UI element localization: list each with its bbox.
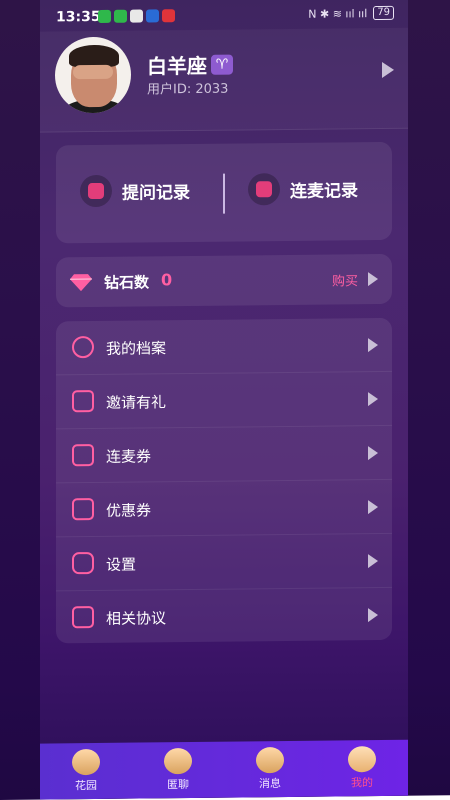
chevron-right-icon <box>368 446 378 461</box>
menu-label: 邀请有礼 <box>106 393 167 412</box>
tab-messages[interactable]: 消息 <box>224 741 316 798</box>
aries-icon: ♈ <box>211 54 233 75</box>
signal-icons: N ✱ ≋ ııl ııl <box>308 6 368 21</box>
chevron-right-icon[interactable] <box>368 272 378 287</box>
tab-label: 匿聊 <box>167 778 189 792</box>
tab-anonymous-chat[interactable]: 匿聊 <box>132 742 224 799</box>
tab-garden[interactable]: 花园 <box>40 743 132 800</box>
share-icon <box>72 390 94 413</box>
bookmark-icon <box>72 606 94 629</box>
planet-icon <box>72 748 100 776</box>
menu-label: 优惠券 <box>106 501 152 520</box>
menu-label: 我的档案 <box>106 339 167 358</box>
diamond-count: 0 <box>161 270 173 290</box>
diamond-icon <box>70 274 92 292</box>
menu-item-coupon[interactable]: 优惠券 <box>56 479 392 538</box>
avatar[interactable] <box>55 36 131 114</box>
profile-arrow-icon[interactable] <box>382 61 394 78</box>
divider <box>223 173 225 214</box>
menu-label: 相关协议 <box>106 609 167 628</box>
menu-label: 连麦券 <box>106 447 152 466</box>
diamond-card[interactable]: 钻石数 0 购买 <box>56 253 392 308</box>
mic-records-button[interactable]: 连麦记录 <box>248 172 358 206</box>
status-right: N ✱ ≋ ııl ııl 79 <box>308 5 394 21</box>
chevron-right-icon <box>368 608 378 623</box>
menu-list: 我的档案 邀请有礼 连麦券 优惠券 设置 相关协议 <box>56 317 392 645</box>
tab-label: 我的 <box>351 776 373 790</box>
coupon-icon <box>72 498 94 521</box>
notification-icons <box>98 9 175 23</box>
profile-header[interactable]: 白羊座 ♈ 用户ID: 2033 <box>40 27 408 133</box>
username: 白羊座 ♈ <box>147 50 233 80</box>
hexagon-settings-icon <box>72 552 94 575</box>
menu-item-mic-ticket[interactable]: 连麦券 <box>56 425 392 484</box>
wechat-icon-2 <box>114 9 127 23</box>
menu-item-invite[interactable]: 邀请有礼 <box>56 371 392 430</box>
battery-icon: 79 <box>373 5 394 21</box>
app-icon-blue <box>146 9 159 23</box>
user-id: 用户ID: 2033 <box>147 81 229 98</box>
ticket-icon <box>72 444 94 467</box>
tab-label: 消息 <box>259 777 281 791</box>
menu-item-agreements[interactable]: 相关协议 <box>56 588 392 645</box>
buy-button[interactable]: 购买 <box>332 270 358 289</box>
person-icon <box>72 336 94 359</box>
chevron-right-icon <box>368 500 378 515</box>
tab-me[interactable]: 我的 <box>316 740 408 797</box>
records-card: 提问记录 连麦记录 <box>56 141 392 244</box>
menu-item-settings[interactable]: 设置 <box>56 533 392 592</box>
message-icon <box>256 747 284 774</box>
menu-item-profile[interactable]: 我的档案 <box>56 317 392 376</box>
chevron-right-icon <box>368 554 378 569</box>
qq-icon <box>130 9 143 23</box>
me-icon <box>348 746 376 773</box>
wechat-icon <box>98 9 111 23</box>
question-records-label: 提问记录 <box>122 182 190 204</box>
bottom-nav: 花园 匿聊 消息 我的 <box>40 739 408 800</box>
question-records-button[interactable]: 提问记录 <box>80 174 190 208</box>
chevron-right-icon <box>368 392 378 407</box>
question-icon <box>80 174 112 208</box>
diamond-label: 钻石数 <box>104 273 150 292</box>
app-icon-red <box>162 9 175 23</box>
menu-label: 设置 <box>106 555 137 574</box>
mic-records-label: 连麦记录 <box>290 180 358 202</box>
phone-icon <box>248 173 280 206</box>
username-text: 白羊座 <box>147 53 207 79</box>
app-screen: 13:35 N ✱ ≋ ııl ııl 79 白羊座 ♈ 用户ID: 2033 … <box>40 0 408 800</box>
chat-person-icon <box>164 747 192 775</box>
phone-frame: 13:35 N ✱ ≋ ııl ııl 79 白羊座 ♈ 用户ID: 2033 … <box>0 0 450 800</box>
status-time: 13:35 <box>56 8 101 26</box>
tab-label: 花园 <box>75 778 97 793</box>
chevron-right-icon <box>368 338 378 353</box>
